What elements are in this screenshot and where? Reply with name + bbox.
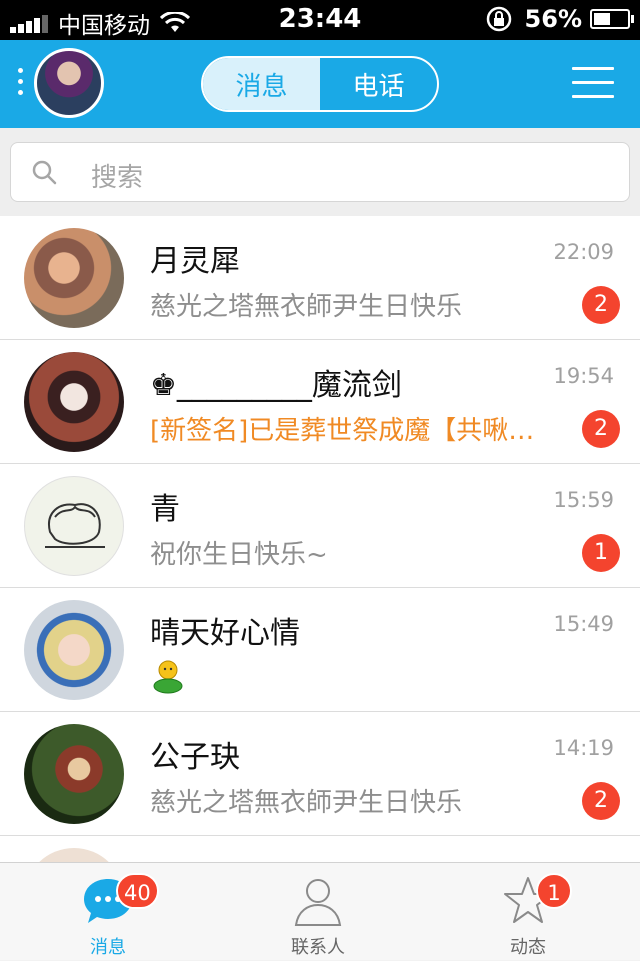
- battery-icon: [590, 9, 634, 29]
- message-time: 19:54: [553, 364, 614, 388]
- conversation-list: 月灵犀 22:09 慈光之塔無衣師尹生日快乐 2 ♚_________魔流剑 1…: [0, 216, 640, 862]
- tab-label: 动态: [510, 937, 546, 958]
- tab-badge: 1: [536, 873, 572, 909]
- message-time: 22:09: [553, 240, 614, 264]
- message-phone-toggle: 消息 电话: [201, 56, 439, 112]
- bottom-tab-bar: 消息 40 联系人 动态 1: [0, 862, 640, 960]
- contact-name: 月灵犀: [150, 244, 240, 279]
- tab-label: 消息: [90, 937, 126, 958]
- conversation-row-partial[interactable]: [0, 836, 640, 862]
- conversation-row[interactable]: 晴天好心情 15:49: [0, 588, 640, 712]
- message-time: 15:59: [553, 488, 614, 512]
- avatar: [24, 476, 124, 576]
- user-avatar[interactable]: [34, 48, 104, 118]
- contact-name: ♚_________魔流剑: [150, 368, 402, 403]
- app-header: 消息 电话: [0, 40, 640, 128]
- search-icon: [32, 160, 57, 185]
- search-input[interactable]: 搜索: [10, 142, 630, 202]
- avatar: [24, 352, 124, 452]
- rotation-lock-icon: [486, 6, 511, 32]
- message-time: 14:19: [553, 736, 614, 760]
- tab-messages-bottom[interactable]: 消息 40: [28, 863, 188, 961]
- search-area: 搜索: [0, 128, 640, 216]
- tab-label: 联系人: [291, 937, 345, 958]
- search-placeholder: 搜索: [91, 163, 144, 193]
- contact-name: 公子玦: [150, 740, 240, 775]
- unread-badge: 2: [582, 782, 620, 820]
- unread-badge: 2: [582, 410, 620, 448]
- tab-feed[interactable]: 动态 1: [448, 863, 608, 961]
- avatar: [24, 848, 124, 862]
- contact-name: 青: [150, 492, 180, 527]
- sketch-avatar-icon: [45, 503, 105, 548]
- contact-person-icon: [294, 879, 342, 926]
- message-preview: 祝你生日快乐~: [150, 540, 328, 570]
- unread-badge: 2: [582, 286, 620, 324]
- conversation-row[interactable]: 青 15:59 祝你生日快乐~ 1: [0, 464, 640, 588]
- conversation-row[interactable]: ♚_________魔流剑 19:54 [新签名]已是葬世祭成魔【共啾… 2: [0, 340, 640, 464]
- menu-icon[interactable]: [572, 67, 614, 109]
- status-right: 56%: [485, 5, 634, 33]
- message-preview: [新签名]已是葬世祭成魔【共啾…: [150, 416, 535, 446]
- smiley-emoji-icon: [153, 660, 183, 694]
- status-bar: 中国移动 23:44 56%: [0, 0, 640, 40]
- tab-messages[interactable]: 消息: [203, 58, 320, 110]
- drawer-dots-icon[interactable]: [18, 68, 24, 101]
- message-preview: 慈光之塔無衣師尹生日快乐: [150, 788, 463, 818]
- conversation-row[interactable]: 公子玦 14:19 慈光之塔無衣師尹生日快乐 2: [0, 712, 640, 836]
- tab-phone[interactable]: 电话: [320, 58, 437, 110]
- avatar: [24, 228, 124, 328]
- avatar: [24, 600, 124, 700]
- battery-percent: 56%: [524, 5, 582, 33]
- message-preview: 慈光之塔無衣師尹生日快乐: [150, 292, 463, 322]
- unread-badge: 1: [582, 534, 620, 572]
- conversation-row[interactable]: 月灵犀 22:09 慈光之塔無衣師尹生日快乐 2: [0, 216, 640, 340]
- tab-contacts[interactable]: 联系人: [238, 863, 398, 961]
- contact-name: 晴天好心情: [150, 616, 300, 651]
- battery-fill: [594, 13, 610, 25]
- tab-badge: 40: [116, 873, 159, 909]
- message-time: 15:49: [553, 612, 614, 636]
- avatar: [24, 724, 124, 824]
